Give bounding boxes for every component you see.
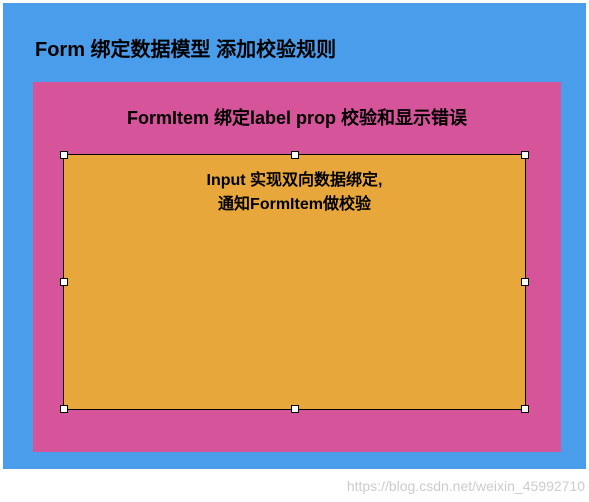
selection-handle-top-middle[interactable]	[291, 151, 299, 159]
selection-handle-top-left[interactable]	[60, 151, 68, 159]
selection-handle-bottom-middle[interactable]	[291, 405, 299, 413]
input-title: Input 实现双向数据绑定, 通知FormItem做校验	[64, 169, 525, 217]
formitem-title: FormItem 绑定label prop 校验和显示错误	[63, 104, 531, 130]
selection-handle-middle-right[interactable]	[521, 278, 529, 286]
selection-handle-middle-left[interactable]	[60, 278, 68, 286]
selection-handle-bottom-right[interactable]	[521, 405, 529, 413]
formitem-layer: FormItem 绑定label prop 校验和显示错误 Input 实现双向…	[33, 82, 561, 452]
selection-handle-top-right[interactable]	[521, 151, 529, 159]
input-line1: Input 实现双向数据绑定,	[207, 172, 383, 189]
watermark: https://blog.csdn.net/weixin_45992710	[347, 478, 585, 494]
form-title: Form 绑定数据模型 添加校验规则	[27, 33, 562, 62]
input-layer: Input 实现双向数据绑定, 通知FormItem做校验	[63, 154, 526, 410]
input-line2: 通知FormItem做校验	[218, 196, 371, 213]
selection-handle-bottom-left[interactable]	[60, 405, 68, 413]
form-layer: Form 绑定数据模型 添加校验规则 FormItem 绑定label prop…	[3, 3, 586, 469]
